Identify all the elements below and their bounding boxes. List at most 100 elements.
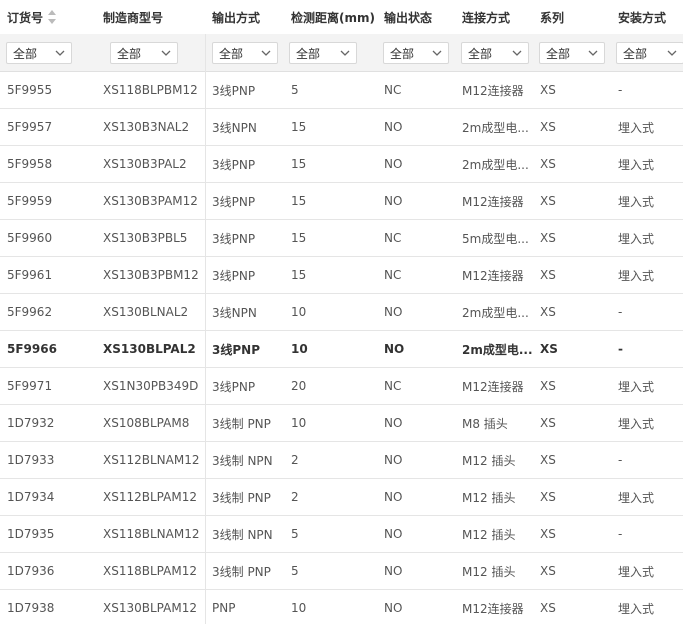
filter-select-output-type[interactable]: 全部: [212, 42, 278, 64]
cell-connection: M12 插头: [462, 453, 516, 468]
table-row[interactable]: 1D7932 XS108BLPAM8 3线制 PNP 10 NO M8 插头 XS 埋入式: [0, 405, 683, 442]
cell-order-no: 5F9971: [7, 379, 53, 393]
header-series[interactable]: 系列: [540, 0, 616, 34]
cell-output-state: NO: [384, 453, 403, 467]
header-distance[interactable]: 检测距离(mm): [291, 0, 383, 34]
cell-series: XS: [540, 157, 556, 171]
table-row[interactable]: 1D7935 XS118BLNAM12 3线制 NPN 5 NO M12 插头 XS -: [0, 516, 683, 553]
filter-value: 全部: [623, 46, 648, 61]
cell-series: XS: [540, 305, 556, 319]
cell-order-no: 5F9961: [7, 268, 53, 282]
cell-output-type: 3线PNP: [212, 342, 260, 357]
cell-order-no: 1D7932: [7, 416, 55, 430]
cell-distance: 10: [291, 342, 308, 356]
header-output-state[interactable]: 输出状态: [384, 0, 460, 34]
cell-mount: -: [618, 453, 623, 467]
header-label: 输出状态: [384, 10, 433, 25]
cell-order-no: 5F9957: [7, 120, 53, 134]
cell-model: XS112BLNAM12: [103, 453, 200, 467]
cell-output-state: NO: [384, 342, 405, 356]
filter-select-mount[interactable]: 全部: [616, 42, 683, 64]
cell-output-type: 3线制 PNP: [212, 490, 271, 505]
cell-order-no: 5F9955: [7, 83, 53, 97]
cell-output-state: NO: [384, 601, 403, 615]
table-row[interactable]: 5F9959 XS130B3PAM12 3线PNP 15 NO M12连接器 XS 埋入式: [0, 183, 683, 220]
table-row[interactable]: 1D7934 XS112BLPAM12 3线制 PNP 2 NO M12 插头 XS 埋入式: [0, 479, 683, 516]
cell-output-type: 3线制 NPN: [212, 527, 273, 542]
cell-output-type: 3线NPN: [212, 305, 257, 320]
cell-distance: 2: [291, 453, 299, 467]
cell-output-state: NO: [384, 120, 403, 134]
column-divider: [205, 34, 206, 624]
cell-output-state: NO: [384, 416, 403, 430]
cell-mount: -: [618, 83, 623, 97]
header-mount[interactable]: 安装方式: [618, 0, 683, 34]
cell-distance: 5: [291, 564, 299, 578]
cell-output-state: NC: [384, 268, 402, 282]
cell-output-type: 3线PNP: [212, 268, 256, 283]
cell-distance: 15: [291, 120, 307, 134]
table-row[interactable]: 5F9971 XS1N30PB349D 3线PNP 20 NC M12连接器 XS 埋入式: [0, 368, 683, 405]
cell-connection: M8 插头: [462, 416, 508, 431]
cell-order-no: 1D7933: [7, 453, 55, 467]
cell-mount: 埋入式: [618, 231, 655, 246]
filter-row: 全部 全部 全部 全部 全部 全部 全部 全部: [0, 34, 683, 72]
header-model[interactable]: 制造商型号: [103, 0, 208, 34]
chevron-down-icon: [588, 50, 598, 56]
table-row[interactable]: 1D7936 XS118BLPAM12 3线制 PNP 5 NO M12 插头 XS 埋入式: [0, 553, 683, 590]
cell-distance: 15: [291, 268, 307, 282]
header-order-no[interactable]: 订货号: [7, 0, 102, 34]
table-row[interactable]: 1D7933 XS112BLNAM12 3线制 NPN 2 NO M12 插头 XS -: [0, 442, 683, 479]
table-row[interactable]: 5F9958 XS130B3PAL2 3线PNP 15 NO 2m成型电... XS 埋入式: [0, 146, 683, 183]
sort-icon[interactable]: [48, 10, 57, 24]
cell-connection: M12连接器: [462, 379, 524, 394]
table-row[interactable]: 5F9957 XS130B3NAL2 3线NPN 15 NO 2m成型电... XS 埋入式: [0, 109, 683, 146]
cell-mount: 埋入式: [618, 564, 655, 579]
cell-model: XS130BLPAM12: [103, 601, 197, 615]
cell-connection: M12 插头: [462, 527, 516, 542]
cell-mount: -: [618, 342, 623, 356]
cell-output-type: 3线PNP: [212, 157, 256, 172]
cell-connection: 5m成型电...: [462, 231, 529, 246]
filter-value: 全部: [390, 46, 415, 61]
table-row[interactable]: 5F9960 XS130B3PBL5 3线PNP 15 NC 5m成型电... XS 埋入式: [0, 220, 683, 257]
cell-output-type: 3线制 PNP: [212, 564, 271, 579]
header-connection[interactable]: 连接方式: [462, 0, 538, 34]
table-row[interactable]: 5F9966 XS130BLPAL2 3线PNP 10 NO 2m成型电... XS -: [0, 331, 683, 368]
table-row[interactable]: 5F9961 XS130B3PBM12 3线PNP 15 NC M12连接器 XS 埋入式: [0, 257, 683, 294]
header-label: 安装方式: [618, 10, 667, 25]
table-row[interactable]: 5F9955 XS118BLPBM12 3线PNP 5 NC M12连接器 XS -: [0, 72, 683, 109]
header-label: 制造商型号: [103, 10, 164, 25]
cell-model: XS108BLPAM8: [103, 416, 190, 430]
cell-distance: 10: [291, 305, 307, 319]
cell-mount: 埋入式: [618, 157, 655, 172]
cell-model: XS118BLNAM12: [103, 527, 200, 541]
cell-order-no: 1D7934: [7, 490, 55, 504]
header-output-type[interactable]: 输出方式: [212, 0, 290, 34]
table-row[interactable]: 1D7938 XS130BLPAM12 PNP 10 NO M12连接器 XS 埋入式: [0, 590, 683, 624]
cell-distance: 5: [291, 83, 299, 97]
cell-order-no: 1D7938: [7, 601, 55, 615]
cell-model: XS130B3PBM12: [103, 268, 199, 282]
cell-connection: M12连接器: [462, 194, 524, 209]
filter-select-output-state[interactable]: 全部: [383, 42, 449, 64]
filter-select-connection[interactable]: 全部: [461, 42, 529, 64]
cell-connection: 2m成型电...: [462, 305, 529, 320]
cell-series: XS: [540, 490, 556, 504]
chevron-down-icon: [512, 50, 522, 56]
filter-select-distance[interactable]: 全部: [289, 42, 357, 64]
header-label: 检测距离(mm): [291, 10, 375, 25]
cell-mount: -: [618, 305, 623, 319]
chevron-down-icon: [261, 50, 271, 56]
cell-model: XS130BLPAL2: [103, 342, 196, 356]
filter-value: 全部: [13, 46, 38, 61]
cell-model: XS130B3PBL5: [103, 231, 188, 245]
table-row[interactable]: 5F9962 XS130BLNAL2 3线NPN 10 NO 2m成型电... XS -: [0, 294, 683, 331]
filter-value: 全部: [117, 46, 142, 61]
cell-connection: M12连接器: [462, 268, 524, 283]
filter-select-series[interactable]: 全部: [539, 42, 605, 64]
cell-order-no: 1D7936: [7, 564, 55, 578]
filter-select-model[interactable]: 全部: [110, 42, 178, 64]
cell-series: XS: [540, 231, 556, 245]
filter-select-order-no[interactable]: 全部: [6, 42, 72, 64]
